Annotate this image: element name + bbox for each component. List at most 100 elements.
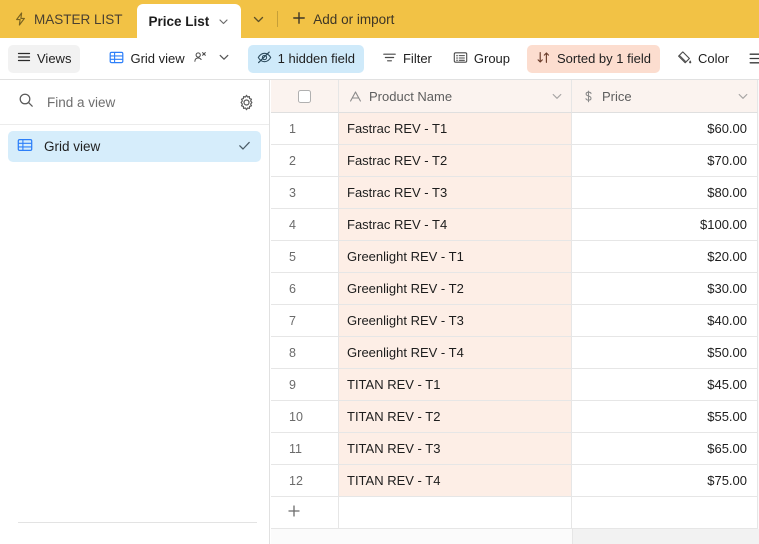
table-row[interactable]: 10 TITAN REV - T2 $55.00: [271, 401, 759, 433]
row-number-cell[interactable]: 3: [271, 177, 339, 209]
row-number-cell[interactable]: 12: [271, 465, 339, 497]
hidden-fields-button[interactable]: 1 hidden field: [247, 44, 364, 73]
eye-off-icon: [257, 50, 272, 68]
cell-price[interactable]: $20.00: [572, 241, 758, 273]
plus-icon: [292, 11, 306, 28]
table-row[interactable]: 1 Fastrac REV - T1 $60.00: [271, 113, 759, 145]
table-row[interactable]: 8 Greenlight REV - T4 $50.00: [271, 337, 759, 369]
row-number-cell[interactable]: 5: [271, 241, 339, 273]
paint-icon: [677, 50, 692, 68]
view-toolbar: Views Grid view 1 hidden field Filter Gr…: [0, 38, 759, 80]
table-tab-bar: MASTER LIST Price List Add or import: [0, 0, 759, 38]
add-record-price-cell[interactable]: [572, 497, 758, 529]
group-button[interactable]: Group: [444, 45, 519, 73]
table-row[interactable]: 7 Greenlight REV - T3 $40.00: [271, 305, 759, 337]
column-header-label: Product Name: [369, 88, 453, 104]
lightning-bolt-icon: [14, 12, 27, 26]
chevron-down-icon[interactable]: [218, 16, 229, 27]
table-row[interactable]: 2 Fastrac REV - T2 $70.00: [271, 145, 759, 177]
cell-product-name[interactable]: Fastrac REV - T1: [339, 113, 572, 145]
cell-product-name[interactable]: TITAN REV - T2: [339, 401, 572, 433]
row-number-cell[interactable]: 9: [271, 369, 339, 401]
currency-field-icon: [582, 90, 595, 103]
table-row[interactable]: 3 Fastrac REV - T3 $80.00: [271, 177, 759, 209]
view-list: Grid view: [0, 125, 269, 162]
row-number-cell[interactable]: 8: [271, 337, 339, 369]
column-header-label: Price: [602, 88, 632, 104]
cell-price[interactable]: $65.00: [572, 433, 758, 465]
sidebar-item-grid-view[interactable]: Grid view: [8, 131, 261, 162]
grid-empty-right: [573, 529, 759, 544]
views-button[interactable]: Views: [8, 44, 81, 73]
gear-icon[interactable]: [238, 94, 255, 111]
cell-price[interactable]: $75.00: [572, 465, 758, 497]
cell-price[interactable]: $55.00: [572, 401, 758, 433]
view-search-input[interactable]: [45, 93, 227, 111]
row-number-cell[interactable]: 1: [271, 113, 339, 145]
cell-product-name[interactable]: Fastrac REV - T3: [339, 177, 572, 209]
current-view-label: Grid view: [130, 51, 185, 66]
cell-price[interactable]: $50.00: [572, 337, 758, 369]
chevron-down-icon[interactable]: [551, 90, 563, 102]
table-tab-price-list[interactable]: Price List: [136, 4, 242, 38]
table-tab-master-list[interactable]: MASTER LIST: [0, 0, 137, 38]
grid-icon: [17, 137, 33, 156]
group-icon: [453, 50, 468, 68]
cell-price[interactable]: $60.00: [572, 113, 758, 145]
select-all-cell[interactable]: [271, 80, 339, 113]
cell-product-name[interactable]: Greenlight REV - T1: [339, 241, 572, 273]
sort-button[interactable]: Sorted by 1 field: [527, 44, 660, 73]
add-record-name-cell[interactable]: [339, 497, 572, 529]
cell-price[interactable]: $45.00: [572, 369, 758, 401]
cell-product-name[interactable]: Fastrac REV - T4: [339, 209, 572, 241]
row-number-cell[interactable]: 2: [271, 145, 339, 177]
cell-price[interactable]: $100.00: [572, 209, 758, 241]
filter-button[interactable]: Filter: [373, 45, 441, 73]
column-header-price[interactable]: Price: [572, 80, 758, 113]
filter-label: Filter: [402, 51, 432, 66]
row-number-cell[interactable]: 6: [271, 273, 339, 305]
table-row[interactable]: 6 Greenlight REV - T2 $30.00: [271, 273, 759, 305]
row-number-cell[interactable]: 10: [271, 401, 339, 433]
current-view-button[interactable]: Grid view: [100, 45, 238, 73]
cell-price[interactable]: $40.00: [572, 305, 758, 337]
tab-overflow-chevron-down-icon[interactable]: [241, 0, 275, 38]
cell-product-name[interactable]: Greenlight REV - T3: [339, 305, 572, 337]
chevron-down-icon[interactable]: [737, 90, 749, 102]
color-button[interactable]: Color: [668, 45, 738, 73]
cell-product-name[interactable]: Greenlight REV - T2: [339, 273, 572, 305]
cell-price[interactable]: $70.00: [572, 145, 758, 177]
row-number-cell[interactable]: 4: [271, 209, 339, 241]
cell-product-name[interactable]: Greenlight REV - T4: [339, 337, 572, 369]
cell-product-name[interactable]: TITAN REV - T3: [339, 433, 572, 465]
cell-price[interactable]: $80.00: [572, 177, 758, 209]
row-number-cell[interactable]: 7: [271, 305, 339, 337]
cell-product-name[interactable]: TITAN REV - T4: [339, 465, 572, 497]
grid-empty-left: [271, 529, 573, 544]
add-record-cell[interactable]: [271, 497, 339, 529]
table-row[interactable]: 5 Greenlight REV - T1 $20.00: [271, 241, 759, 273]
table-row[interactable]: 9 TITAN REV - T1 $45.00: [271, 369, 759, 401]
add-record-row[interactable]: [271, 497, 759, 529]
view-chevron-down-icon[interactable]: [218, 51, 230, 66]
grid-body: 1 Fastrac REV - T1 $60.00 2 Fastrac REV - T2…: [271, 113, 759, 497]
table-row[interactable]: 4 Fastrac REV - T4 $100.00: [271, 209, 759, 241]
cell-product-name[interactable]: Fastrac REV - T2: [339, 145, 572, 177]
sort-label: Sorted by 1 field: [557, 51, 651, 66]
row-height-icon[interactable]: [743, 45, 759, 73]
checkbox-icon[interactable]: [298, 89, 311, 103]
view-search-row: [0, 80, 269, 125]
tabbar-divider: [277, 11, 279, 27]
add-or-import-button[interactable]: Add or import: [280, 0, 406, 38]
table-row[interactable]: 11 TITAN REV - T3 $65.00: [271, 433, 759, 465]
table-row[interactable]: 12 TITAN REV - T4 $75.00: [271, 465, 759, 497]
column-header-product-name[interactable]: Product Name: [339, 80, 572, 113]
table-tab-label: Price List: [148, 13, 210, 29]
cell-price[interactable]: $30.00: [572, 273, 758, 305]
group-label: Group: [473, 51, 511, 66]
sidebar-divider: [18, 522, 257, 523]
data-grid: Product Name Price 1 Fastrac REV - T1 $6…: [271, 80, 759, 544]
cell-product-name[interactable]: TITAN REV - T1: [339, 369, 572, 401]
text-field-icon: [349, 90, 362, 103]
row-number-cell[interactable]: 11: [271, 433, 339, 465]
